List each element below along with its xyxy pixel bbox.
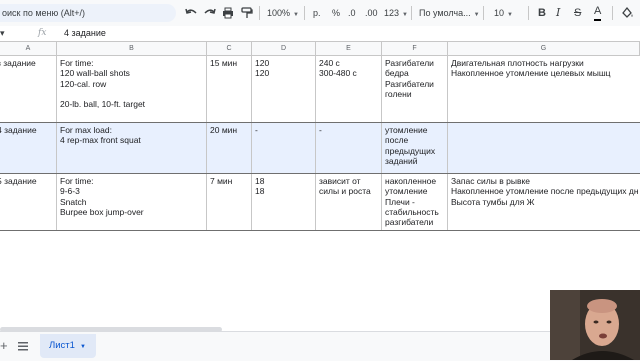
cell-b[interactable]: For time: 120 wall-ball shots 120-cal. r… bbox=[57, 56, 207, 122]
column-header-g[interactable]: G bbox=[448, 42, 640, 56]
name-box[interactable]: ▾ bbox=[0, 26, 36, 41]
zoom-select[interactable]: 100% ▼ bbox=[267, 4, 299, 22]
table-row: 5 задание For time: 9-6-3 Snatch Burpee … bbox=[0, 174, 640, 231]
sheet-bar bbox=[0, 331, 640, 361]
fx-icon: fx bbox=[38, 28, 47, 38]
cell-g[interactable] bbox=[448, 123, 640, 173]
chevron-down-icon: ▼ bbox=[507, 12, 513, 18]
column-header-f[interactable]: F bbox=[382, 42, 448, 56]
undo-icon[interactable] bbox=[184, 4, 198, 22]
font-size-select[interactable]: 10 ▼ bbox=[494, 4, 513, 22]
table-row: 4 задание For max load: 4 rep-max front … bbox=[0, 123, 640, 174]
cell-f[interactable]: накопленное утомление Плечи - стабильнос… bbox=[382, 174, 448, 230]
chevron-down-icon: ▼ bbox=[293, 12, 299, 18]
formula-input[interactable]: 4 задание bbox=[64, 26, 106, 41]
cell-b[interactable]: For max load: 4 rep-max front squat bbox=[57, 123, 207, 173]
chevron-down-icon: ▼ bbox=[402, 12, 408, 18]
column-header-b[interactable]: B bbox=[57, 42, 207, 56]
toolbar: оиск по меню (Alt+/) 100% ▼ р. % .0 .00 1… bbox=[0, 0, 640, 26]
cell-e[interactable]: 240 с 300-480 с bbox=[316, 56, 382, 122]
cell-e[interactable]: - bbox=[316, 123, 382, 173]
menu-search-input[interactable]: оиск по меню (Alt+/) bbox=[0, 4, 176, 22]
column-header-a[interactable]: A bbox=[0, 42, 57, 56]
cell-c[interactable]: 15 мин bbox=[207, 56, 252, 122]
paint-format-icon[interactable] bbox=[240, 4, 254, 22]
cell-b[interactable]: For time: 9-6-3 Snatch Burpee box jump-o… bbox=[57, 174, 207, 230]
cell-c[interactable]: 7 мин bbox=[207, 174, 252, 230]
cell-a[interactable]: 4 задание bbox=[0, 123, 57, 173]
print-icon[interactable] bbox=[221, 4, 235, 22]
webcam-overlay bbox=[550, 290, 640, 360]
cell-c[interactable]: 20 мин bbox=[207, 123, 252, 173]
cell-g[interactable]: Двигательная плотность нагрузки Накоплен… bbox=[448, 56, 640, 122]
add-sheet-icon[interactable]: + bbox=[0, 338, 12, 354]
cell-d[interactable]: 18 18 bbox=[252, 174, 316, 230]
all-sheets-icon[interactable] bbox=[16, 340, 30, 352]
increase-decimals-button[interactable]: .00 bbox=[365, 4, 378, 22]
more-formats-select[interactable]: 123 ▼ bbox=[384, 4, 408, 22]
sheet-tab[interactable]: Лист1 ▼ bbox=[40, 334, 96, 358]
cell-a[interactable]: з задание bbox=[0, 56, 57, 122]
cell-d[interactable]: - bbox=[252, 123, 316, 173]
cell-e[interactable]: зависит от силы и роста bbox=[316, 174, 382, 230]
cell-g[interactable]: Запас силы в рывке Накопленное утомление… bbox=[448, 174, 640, 230]
column-header-e[interactable]: E bbox=[316, 42, 382, 56]
decrease-decimals-button[interactable]: .0 bbox=[348, 4, 356, 22]
cell-f[interactable]: утомление после предыдущих заданий bbox=[382, 123, 448, 173]
cell-f[interactable]: Разгибатели бедра Разгибатели голени bbox=[382, 56, 448, 122]
fill-color-icon[interactable] bbox=[620, 4, 634, 22]
redo-icon[interactable] bbox=[203, 4, 217, 22]
cell-a[interactable]: 5 задание bbox=[0, 174, 57, 230]
table-row: з задание For time: 120 wall-ball shots … bbox=[0, 56, 640, 123]
font-select[interactable]: По умолча... ▼ bbox=[419, 4, 480, 22]
cell-d[interactable]: 120 120 bbox=[252, 56, 316, 122]
currency-format-button[interactable]: р. bbox=[313, 4, 321, 22]
column-header-d[interactable]: D bbox=[252, 42, 316, 56]
column-header-c[interactable]: C bbox=[207, 42, 252, 56]
chevron-down-icon: ▼ bbox=[473, 12, 480, 18]
strikethrough-button[interactable]: S bbox=[574, 4, 581, 22]
percent-format-button[interactable]: % bbox=[332, 4, 340, 22]
formula-bar: ▾ fx 4 задание bbox=[0, 26, 640, 42]
text-color-button[interactable]: A bbox=[594, 4, 602, 21]
chevron-down-icon: ▼ bbox=[79, 344, 86, 350]
bold-button[interactable]: B bbox=[538, 4, 546, 22]
italic-button[interactable]: I bbox=[556, 4, 560, 22]
